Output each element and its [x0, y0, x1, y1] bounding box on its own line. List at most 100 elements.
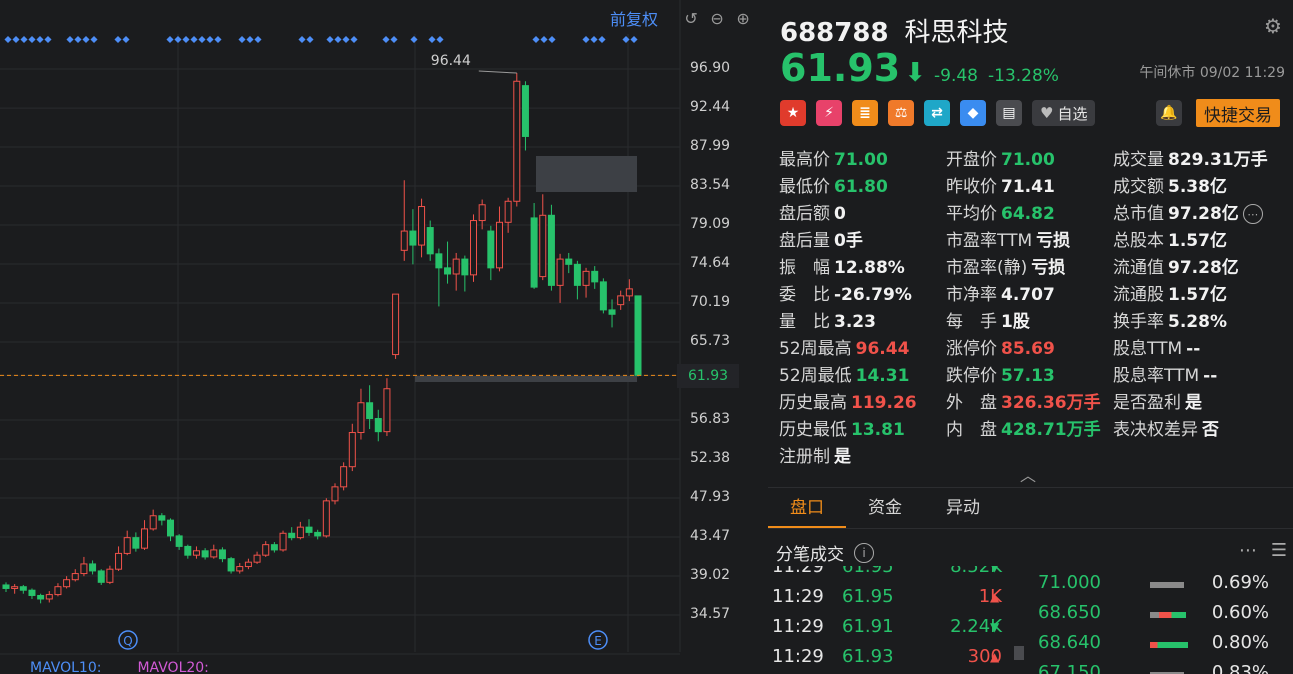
price-tick-label: 87.99 — [690, 138, 731, 155]
stat-row: 52周最高 96.44 涨停价 85.69 股息TTM -- — [779, 334, 1289, 361]
watchlist-button[interactable]: ♥ 自选 — [1032, 100, 1096, 126]
stat-label: 换手率 — [1113, 312, 1164, 332]
price-row: 61.93 ⬇ -9.48 -13.28% — [780, 46, 1069, 90]
stat-value: 5.28% — [1168, 312, 1227, 332]
database-icon[interactable]: ≣ — [852, 100, 878, 126]
scale-icon[interactable]: ⚖ — [888, 100, 914, 126]
stat-value: 97.28亿 — [1168, 204, 1239, 224]
candle-body — [452, 258, 460, 275]
stat-value: 57.13 — [1001, 366, 1055, 386]
mavol10-label: MAVOL10: — [30, 660, 102, 674]
candle-body — [625, 288, 633, 297]
price-distribution-list[interactable]: 71.000 0.69% 68.650 0.60% 68.640 0.80% 67.150 0… — [1012, 572, 1293, 674]
event-dot — [12, 35, 20, 44]
tag-icon[interactable]: ◆ — [960, 100, 986, 126]
event-dot — [382, 35, 390, 44]
stat-item: 总股本 1.57亿 — [1113, 226, 1227, 251]
price-tick-label: 83.54 — [690, 177, 731, 194]
event-dot — [246, 35, 254, 44]
bell-icon[interactable]: 🔔 — [1156, 100, 1182, 126]
stat-label: 盘后额 — [779, 204, 830, 224]
event-dot — [90, 35, 98, 44]
candle-body — [530, 217, 538, 288]
candle-body — [123, 537, 131, 554]
stat-value: -- — [1203, 366, 1218, 386]
stat-value: 61.80 — [834, 177, 888, 197]
event-dot — [428, 35, 436, 44]
price-tick-label: 47.93 — [690, 488, 731, 505]
stat-label: 市净率 — [946, 285, 997, 305]
stat-value: 85.69 — [1001, 339, 1055, 359]
candle-body — [63, 579, 71, 588]
stat-item: 每 手 1股 — [946, 307, 1030, 332]
tick-row: 11:29 61.95 1K ▲ — [768, 586, 1018, 616]
candle-body — [418, 206, 426, 246]
price-axis: 96.90 92.44 87.99 83.54 79.09 74.64 70.19 65.73… — [690, 0, 766, 640]
distribution-bar — [1150, 612, 1186, 618]
quick-trade-button[interactable]: 快捷交易 — [1196, 99, 1280, 127]
info-icon[interactable]: i — [854, 542, 874, 563]
adjust-mode-button[interactable]: 前复权 — [610, 6, 658, 30]
stat-row: 最高价 71.00 开盘价 71.00 成交量 829.31万手 — [779, 145, 1289, 172]
stat-row: 盘后额 0 平均价 64.82 总市值 97.28亿 ⋯ — [779, 199, 1289, 226]
candle-body — [331, 486, 339, 502]
candle-body — [244, 561, 252, 568]
candle-body — [565, 258, 573, 265]
kline-chart-panel[interactable]: 96.44 Q E 前复权 ↺ ⊖ ⊕ 96.90 92.44 87.99 83.54 79… — [0, 0, 766, 674]
stat-label: 平均价 — [946, 204, 997, 224]
high-marker-line — [478, 70, 517, 74]
event-dot — [342, 35, 350, 44]
event-dot — [4, 35, 12, 44]
gear-icon[interactable]: ⚙ — [1261, 14, 1285, 38]
candle-body — [192, 550, 200, 556]
stat-value: 71.00 — [834, 150, 888, 170]
event-dot — [326, 35, 334, 44]
stat-item: 最低价 61.80 — [779, 172, 888, 197]
more-stats-icon[interactable]: ⋯ — [1242, 204, 1263, 224]
stat-value: 14.31 — [855, 366, 910, 386]
tick-price: 61.95 — [842, 586, 894, 607]
candle-body — [461, 258, 469, 276]
stat-label: 成交量 — [1113, 150, 1164, 170]
tick-time: 11:29 — [772, 646, 824, 667]
tick-price: 61.91 — [842, 616, 894, 637]
tick-price: 61.93 — [842, 646, 894, 667]
earnings-q-marker[interactable]: Q — [118, 630, 138, 650]
event-dot — [548, 35, 556, 44]
tab-1[interactable]: 资金 — [846, 488, 924, 528]
more-options-icon[interactable]: ⋯ — [1239, 540, 1257, 561]
stat-value: 326.36万手 — [1001, 393, 1101, 413]
triangle-down-icon: ▼ — [990, 566, 1000, 574]
candle-body — [80, 563, 88, 575]
stat-item: 换手率 5.28% — [1113, 307, 1227, 332]
candle-body — [210, 549, 218, 558]
event-dot — [390, 35, 398, 44]
candle-body — [426, 227, 434, 255]
tick-price: 61.95 — [842, 566, 894, 577]
event-dot — [36, 35, 44, 44]
stat-value: 119.26 — [851, 393, 917, 413]
shuffle-icon[interactable]: ⇄ — [924, 100, 950, 126]
china-flag-icon[interactable]: ★ — [780, 100, 806, 126]
stat-label: 是否盈利 — [1113, 393, 1181, 413]
margin-trade-icon[interactable]: ⚡ — [816, 100, 842, 126]
event-dot — [214, 35, 222, 44]
stat-label: 股息TTM — [1113, 339, 1183, 359]
stock-header: 688788 科思科技 — [780, 12, 1009, 49]
tab-2[interactable]: 异动 — [924, 488, 1002, 528]
candle-body — [97, 570, 105, 583]
collapse-icon[interactable]: ︿ — [1020, 462, 1036, 486]
candle-body — [253, 554, 261, 563]
last-price: 61.93 — [780, 46, 901, 90]
candle-body — [366, 402, 374, 420]
event-dot — [350, 35, 358, 44]
stat-label: 委 比 — [779, 285, 830, 305]
event-e-marker[interactable]: E — [588, 630, 608, 650]
stat-item: 市净率 4.707 — [946, 280, 1055, 305]
list-view-icon[interactable]: ☰ — [1271, 540, 1287, 561]
down-arrow-icon: ⬇ — [904, 58, 926, 88]
notes-icon[interactable]: ▤ — [996, 100, 1022, 126]
ticks-list[interactable]: 11:29 61.95 8.52K ▼ 11:29 61.95 1K ▲ 11:29 61.91 2… — [768, 566, 1018, 674]
tab-0[interactable]: 盘口 — [768, 488, 846, 528]
kline-chart[interactable]: 96.44 Q E — [0, 0, 690, 674]
